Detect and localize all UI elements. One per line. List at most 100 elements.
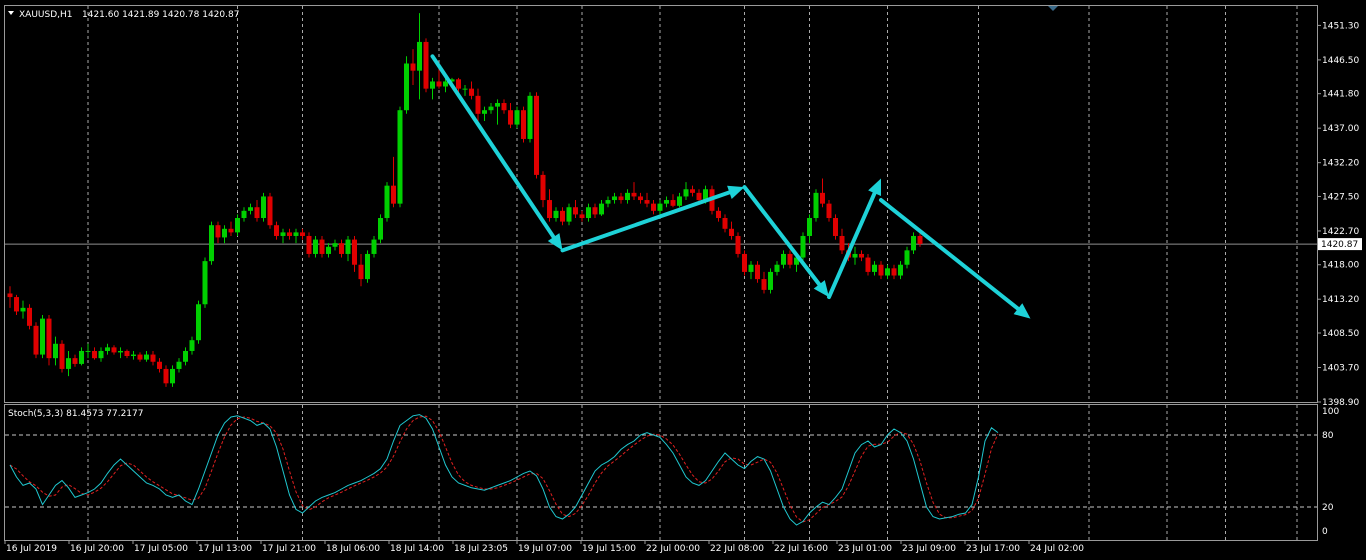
time-tick-label: 17 Jul 13:00 [198,544,252,554]
candle-body [664,200,669,204]
candle-body [859,253,864,258]
current-price-label: 1420.87 [1321,240,1358,250]
symbol-label: XAUUSD,H1 [19,10,73,20]
time-tick-label: 18 Jul 23:05 [454,544,508,554]
candle-body [339,243,344,254]
candle-body [508,110,513,125]
candle-body [150,354,156,362]
candle-body [774,264,780,272]
candle-body [755,264,760,280]
candle-body [456,79,461,89]
candle-body [40,318,45,355]
candle-body [261,196,266,219]
candle-body [98,350,104,359]
candle-body [742,253,747,272]
candle-body [430,81,435,89]
candle-body [540,174,546,201]
candle-body [111,347,117,353]
candle-body [352,239,357,265]
candle-body [170,368,175,384]
candle-body [716,210,721,219]
candle-body [891,268,897,276]
candle-body [241,210,247,219]
candle-body [163,368,169,384]
candle-body [313,239,318,254]
candle-body [865,257,871,272]
candle-body [59,343,65,369]
candle-body [410,63,416,71]
candle-body [839,235,845,251]
time-tick-label: 22 Jul 00:00 [646,544,700,554]
candle-body [235,218,240,233]
candle-body [586,207,591,219]
candle-body [826,203,832,219]
candle-body [534,95,539,175]
price-chart[interactable]: 1451.30 1446.50 1441.80 1437.00 1432.20 1427.… [0,0,1366,560]
price-tick-label: 1418.00 [1322,261,1359,271]
candle-body [131,354,136,357]
stochastic-tick-label: 20 [1322,503,1334,513]
candle-body [462,88,468,90]
candle-body [553,210,559,219]
candle-body [677,196,682,206]
candle-body [391,185,396,204]
candle-body [761,279,767,290]
candle-body [14,297,19,312]
candle-body [781,253,786,265]
candle-body [651,203,656,211]
candle-body [872,264,877,272]
candle-body [365,253,370,280]
price-tick-label: 1413.20 [1322,295,1359,305]
candle-body [404,63,409,111]
candle-body [612,196,617,201]
candle-body [267,196,273,226]
candle-body [306,235,312,254]
price-tick-label: 1427.50 [1322,192,1359,202]
candle-body [501,103,507,111]
candle-body [469,88,474,96]
candle-body [384,185,390,219]
candle-body [345,239,351,254]
candle-body [911,235,916,251]
candle-body [371,239,377,254]
candle-body [833,218,838,236]
candle-body [443,81,448,87]
candle-body [144,354,149,360]
candle-body [592,207,598,215]
candle-body [514,110,520,125]
candle-body [53,343,58,359]
candle-body [20,307,26,312]
candle-body [137,354,143,360]
candle-body [722,218,728,229]
candle-body [183,350,188,362]
candle-body [852,253,858,258]
candle-body [293,232,299,236]
candle-body [228,228,234,233]
candle-body [729,228,734,236]
time-tick-label: 16 Jul 20:00 [70,544,124,554]
candle-body [332,243,338,247]
candle-body [690,189,695,193]
chart-header: XAUUSD,H1 1421.60 1421.89 1420.78 1420.8… [8,10,239,20]
candle-body [618,196,624,201]
candle-body [573,207,578,215]
candle-body [436,81,442,87]
time-tick-label: 24 Jul 02:00 [1030,544,1084,554]
candle-body [657,203,663,211]
time-tick-label: 17 Jul 21:00 [262,544,316,554]
candle-body [118,350,123,353]
candle-body [417,41,422,71]
candle-body [768,271,773,290]
candle-body [560,210,565,222]
candle-body [85,350,91,352]
candle-body [287,232,292,236]
candle-body [625,192,630,201]
candle-body [820,192,825,204]
candle-body [46,318,52,359]
candle-body [397,110,403,204]
time-tick-label: 18 Jul 06:00 [326,544,380,554]
price-tick-label: 1437.00 [1322,124,1359,134]
candle-body [72,358,78,364]
price-tick-label: 1408.50 [1322,329,1359,339]
candle-body [319,239,325,254]
